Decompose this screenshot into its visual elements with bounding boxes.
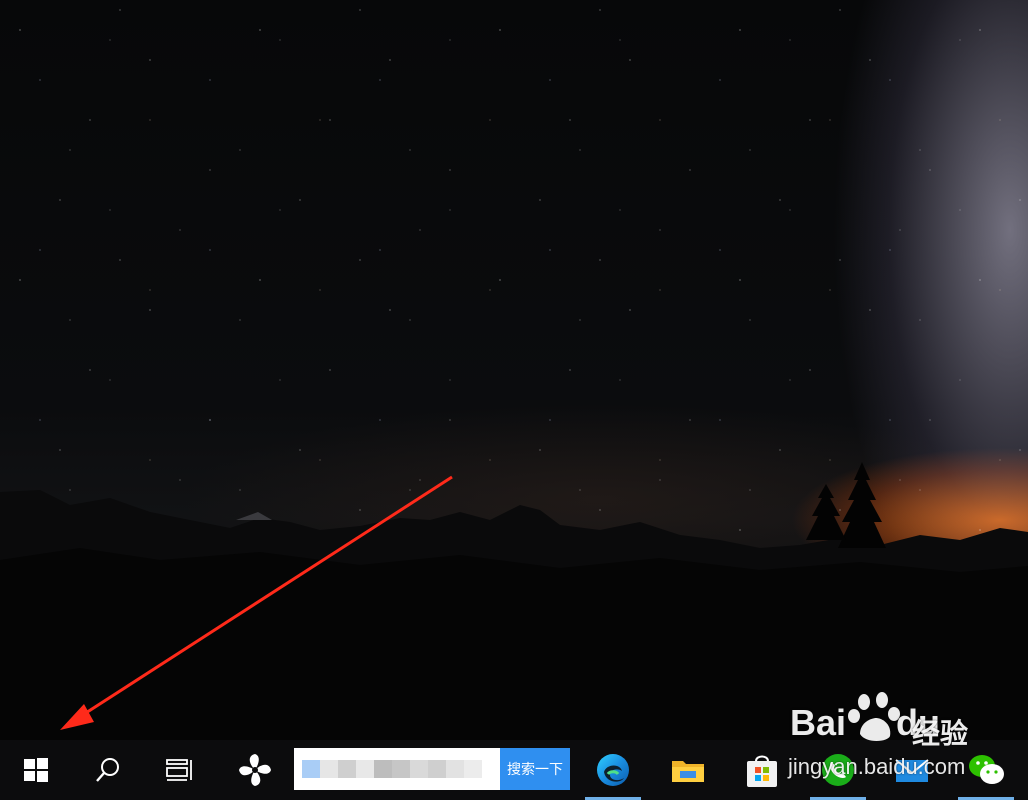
search-button[interactable] — [80, 740, 136, 800]
start-button[interactable] — [8, 740, 64, 800]
taskbar: 搜索一下 — [0, 740, 1028, 800]
red-arrow-annotation — [60, 475, 453, 730]
task-view-button[interactable] — [152, 740, 208, 800]
taskbar-app-wechat-call[interactable] — [808, 740, 868, 800]
taskbar-app-file-explorer[interactable] — [658, 740, 718, 800]
magnifier-icon — [96, 758, 119, 782]
file-explorer-icon — [672, 761, 704, 782]
blurred-input-content — [302, 760, 482, 778]
search-input[interactable] — [294, 748, 500, 790]
taskbar-app-wechat[interactable] — [956, 740, 1016, 800]
edge-icon — [597, 754, 629, 786]
desktop-wallpaper — [0, 0, 1028, 740]
wechat-call-icon — [822, 754, 854, 786]
store-icon — [747, 755, 777, 787]
pinwheel-icon — [239, 754, 271, 786]
pinned-app-button[interactable] — [226, 740, 284, 800]
taskbar-app-edge[interactable] — [583, 740, 643, 800]
windows-logo-icon — [24, 758, 48, 782]
task-view-icon — [166, 759, 192, 781]
search-submit-button[interactable]: 搜索一下 — [500, 748, 570, 790]
wechat-icon — [969, 755, 1004, 784]
mail-icon — [895, 759, 929, 782]
taskbar-app-store[interactable] — [732, 740, 792, 800]
taskbar-app-mail[interactable] — [882, 740, 942, 800]
